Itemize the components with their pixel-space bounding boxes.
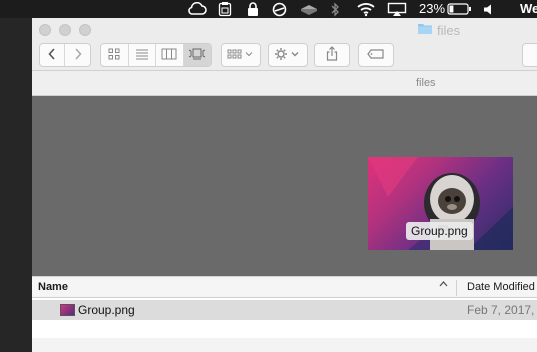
- image-file-icon: [60, 304, 75, 316]
- arrange-button[interactable]: [221, 43, 261, 67]
- list-empty-row: [32, 338, 537, 352]
- bluetooth-icon[interactable]: [328, 1, 342, 17]
- preview-filename-label: Group.png: [406, 222, 473, 240]
- folder-icon: [417, 22, 433, 38]
- coverflow-view-button[interactable]: [183, 44, 211, 66]
- menu-bar: 23% We: [0, 0, 537, 18]
- coverflow-view-icon: [188, 48, 206, 63]
- window-toolbar: files: [32, 18, 537, 71]
- clipboard-icon[interactable]: [216, 1, 234, 17]
- tag-icon: [367, 48, 385, 62]
- column-divider[interactable]: [456, 280, 457, 296]
- column-header-date-modified[interactable]: Date Modified: [467, 281, 535, 293]
- list-view-icon: [135, 48, 149, 63]
- window-title-text: files: [437, 22, 461, 38]
- list-view-button[interactable]: [129, 44, 156, 66]
- desktop-background: [0, 18, 32, 352]
- sync-icon[interactable]: [270, 1, 288, 17]
- icon-view-icon: [108, 48, 120, 63]
- icon-view-button[interactable]: [101, 44, 129, 66]
- zoom-window-button[interactable]: [79, 24, 91, 36]
- wifi-icon[interactable]: [355, 1, 377, 17]
- arrange-icon: [227, 48, 255, 63]
- list-empty-row: [32, 320, 537, 338]
- creative-cloud-icon[interactable]: [186, 1, 208, 17]
- drive-icon[interactable]: [298, 1, 320, 17]
- file-name: Group.png: [78, 303, 135, 317]
- column-header-name[interactable]: Name: [38, 281, 68, 293]
- back-forward-control: [39, 43, 91, 67]
- path-title: files: [416, 77, 436, 89]
- finder-window: files files Group.png Name Date Modified…: [32, 18, 537, 352]
- airplay-icon[interactable]: [386, 1, 408, 17]
- back-button[interactable]: [40, 44, 66, 66]
- chevron-right-icon: [74, 47, 82, 63]
- path-title-bar: files: [32, 71, 537, 96]
- file-row[interactable]: Group.png Feb 7, 2017,: [32, 300, 537, 320]
- action-button[interactable]: [268, 43, 308, 67]
- menubar-clock[interactable]: We: [520, 1, 537, 17]
- window-title: files: [417, 22, 460, 38]
- search-field[interactable]: [522, 43, 537, 67]
- battery-icon[interactable]: [446, 1, 472, 17]
- gear-icon: [274, 47, 302, 64]
- lock-icon[interactable]: [245, 1, 261, 17]
- file-date-modified: Feb 7, 2017,: [467, 303, 535, 317]
- minimize-window-button[interactable]: [59, 24, 71, 36]
- view-mode-control: [100, 43, 212, 67]
- coverflow-preview-area[interactable]: Group.png: [32, 96, 537, 276]
- share-icon: [326, 46, 338, 64]
- sort-ascending-icon[interactable]: [439, 280, 448, 291]
- column-view-icon: [161, 48, 177, 63]
- forward-button[interactable]: [65, 44, 90, 66]
- tags-button[interactable]: [358, 43, 394, 67]
- column-view-button[interactable]: [156, 44, 184, 66]
- close-window-button[interactable]: [39, 24, 51, 36]
- list-column-header: Name Date Modified: [32, 276, 537, 298]
- battery-percent: 23%: [419, 1, 446, 16]
- volume-icon[interactable]: [481, 1, 497, 17]
- chevron-left-icon: [48, 47, 56, 63]
- share-button[interactable]: [314, 43, 350, 67]
